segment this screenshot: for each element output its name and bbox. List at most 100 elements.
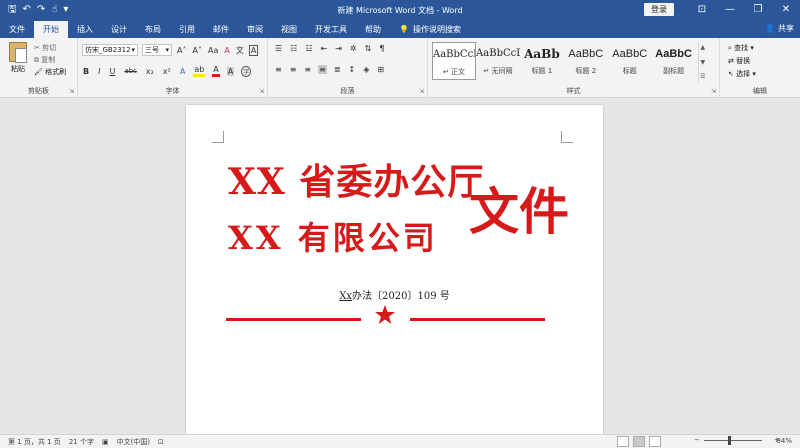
tab-mailings[interactable]: 邮件: [204, 21, 238, 38]
document-workspace[interactable]: XX 省委办公厅 XX 有限公司 文件 Xx办法〔2020〕109 号: [0, 98, 800, 434]
multilevel-list-icon[interactable]: ☳: [304, 44, 313, 53]
clipboard-launcher-icon[interactable]: ⇲: [69, 88, 74, 95]
italic-button[interactable]: I: [97, 67, 101, 76]
font-name-combo[interactable]: 仿宋_GB2312 ▾: [82, 44, 138, 56]
align-right-icon[interactable]: ≡: [303, 65, 312, 74]
justify-icon[interactable]: ≡: [318, 65, 327, 74]
phonetic-guide-icon[interactable]: 文: [235, 45, 245, 56]
clear-format-icon[interactable]: A: [223, 46, 230, 55]
char-shading-icon[interactable]: A: [226, 66, 235, 76]
grow-font-icon[interactable]: A˄: [176, 46, 187, 55]
copy-button[interactable]: ⧉ 复制: [34, 54, 66, 66]
tab-file[interactable]: 文件: [0, 21, 34, 38]
style-heading-2[interactable]: AaBbC 标题 2: [564, 42, 608, 80]
zoom-control[interactable]: − +: [686, 435, 780, 445]
cut-button[interactable]: ✂ 剪切: [34, 42, 66, 54]
restore-icon[interactable]: ❐: [744, 4, 772, 15]
underline-button[interactable]: U: [108, 67, 116, 76]
tab-insert[interactable]: 插入: [68, 21, 102, 38]
char-border-icon[interactable]: A: [248, 44, 259, 56]
bold-button[interactable]: B: [82, 67, 90, 76]
tab-references[interactable]: 引用: [170, 21, 204, 38]
tab-design[interactable]: 设计: [102, 21, 136, 38]
macro-record-icon[interactable]: ⊡: [158, 438, 164, 446]
find-button[interactable]: ⌕ 查找 ▾: [728, 42, 756, 55]
proofing-icon[interactable]: ▣: [102, 438, 109, 446]
document-page[interactable]: XX 省委办公厅 XX 有限公司 文件 Xx办法〔2020〕109 号: [186, 105, 603, 434]
zoom-slider-thumb[interactable]: [727, 435, 731, 445]
redo-icon[interactable]: ↷: [37, 4, 45, 15]
font-launcher-icon[interactable]: ⇲: [259, 88, 264, 95]
header-wenjian[interactable]: 文件: [469, 172, 569, 244]
strikethrough-button[interactable]: abc: [123, 67, 138, 75]
chevron-up-icon[interactable]: ▲: [700, 44, 705, 51]
enclose-char-icon[interactable]: 字: [241, 65, 252, 77]
paragraph-launcher-icon[interactable]: ⇲: [419, 88, 424, 95]
chevron-down-icon[interactable]: ▼: [700, 59, 705, 66]
zoom-slider[interactable]: [703, 435, 762, 445]
format-painter-button[interactable]: 🖌 格式刷: [34, 66, 66, 78]
style-no-spacing[interactable]: AaBbCcDc ↵ 无间隔: [476, 42, 520, 80]
tab-review[interactable]: 审阅: [238, 21, 272, 38]
tab-home[interactable]: 开始: [34, 21, 68, 38]
touch-mode-icon[interactable]: ☝: [51, 4, 57, 15]
shrink-font-icon[interactable]: A˅: [191, 46, 202, 55]
align-center-icon[interactable]: ≡: [289, 65, 298, 74]
superscript-button[interactable]: x²: [162, 67, 172, 76]
header-line-1[interactable]: XX 省委办公厅: [228, 153, 484, 205]
ribbon-display-options-icon[interactable]: ⊡: [688, 4, 716, 15]
page-count[interactable]: 第 1 页，共 1 页: [8, 437, 61, 447]
show-marks-icon[interactable]: ¶: [378, 44, 385, 53]
increase-indent-icon[interactable]: ⇥: [334, 44, 343, 53]
tell-me-search[interactable]: 💡 操作说明搜索: [390, 21, 470, 38]
close-icon[interactable]: ✕: [772, 4, 800, 15]
align-left-icon[interactable]: ≡: [274, 65, 283, 74]
tab-view[interactable]: 视图: [272, 21, 306, 38]
header-line-2[interactable]: XX 有限公司: [228, 213, 438, 259]
paste-button[interactable]: 粘贴: [6, 42, 30, 74]
line-spacing-icon[interactable]: ↕: [348, 65, 357, 74]
select-button[interactable]: ↖ 选择 ▾: [728, 68, 756, 81]
save-icon[interactable]: 🖫: [8, 4, 17, 15]
minimize-icon[interactable]: —: [716, 4, 744, 15]
font-color-icon[interactable]: A: [212, 65, 220, 77]
read-mode-button[interactable]: [617, 436, 629, 447]
more-styles-icon[interactable]: ☰: [700, 73, 705, 80]
style-title[interactable]: AaBbC 标题: [608, 42, 652, 80]
sort-icon[interactable]: ⇅: [364, 44, 373, 53]
decrease-indent-icon[interactable]: ⇤: [320, 44, 329, 53]
tab-help[interactable]: 帮助: [356, 21, 390, 38]
tab-layout[interactable]: 布局: [136, 21, 170, 38]
customize-qat-icon[interactable]: ▾: [63, 4, 68, 15]
borders-icon[interactable]: ⊞: [376, 65, 385, 74]
change-case-icon[interactable]: Aa: [207, 46, 219, 55]
style-normal[interactable]: AaBbCcDc ↵ 正文: [432, 42, 477, 80]
language[interactable]: 中文(中国): [117, 437, 150, 447]
replace-button[interactable]: ⇄ 替换: [728, 55, 756, 68]
styles-launcher-icon[interactable]: ⇲: [711, 88, 716, 95]
subscript-button[interactable]: x₂: [145, 67, 155, 76]
chinese-layout-icon[interactable]: ✲: [349, 44, 358, 53]
cut-label: 剪切: [42, 44, 57, 52]
style-subtitle[interactable]: AaBbC 副标题: [652, 42, 696, 80]
search-icon: ⌕: [728, 44, 732, 52]
print-layout-button[interactable]: [633, 436, 645, 447]
style-heading-1[interactable]: AaBb 标题 1: [520, 42, 564, 80]
styles-scroll[interactable]: ▲ ▼ ☰: [697, 42, 707, 82]
bullets-icon[interactable]: ☰: [274, 44, 283, 53]
login-button[interactable]: 登录: [644, 3, 674, 16]
highlight-icon[interactable]: ab: [193, 65, 206, 77]
tab-developer[interactable]: 开发工具: [306, 21, 356, 38]
zoom-out-icon[interactable]: −: [694, 436, 700, 444]
numbering-icon[interactable]: ☷: [289, 44, 298, 53]
text-effects-icon[interactable]: A: [179, 67, 186, 76]
document-number[interactable]: Xx办法〔2020〕109 号: [186, 287, 603, 302]
share-button[interactable]: 👤 共享: [765, 23, 794, 34]
web-layout-button[interactable]: [649, 436, 661, 447]
zoom-percent[interactable]: 84%: [776, 437, 792, 445]
word-count[interactable]: 21 个字: [69, 437, 94, 447]
undo-icon[interactable]: ↶: [23, 4, 31, 15]
font-size-combo[interactable]: 三号 ▾: [142, 44, 172, 56]
shading-icon[interactable]: ◈: [362, 65, 370, 74]
distributed-icon[interactable]: ≣: [333, 65, 342, 74]
